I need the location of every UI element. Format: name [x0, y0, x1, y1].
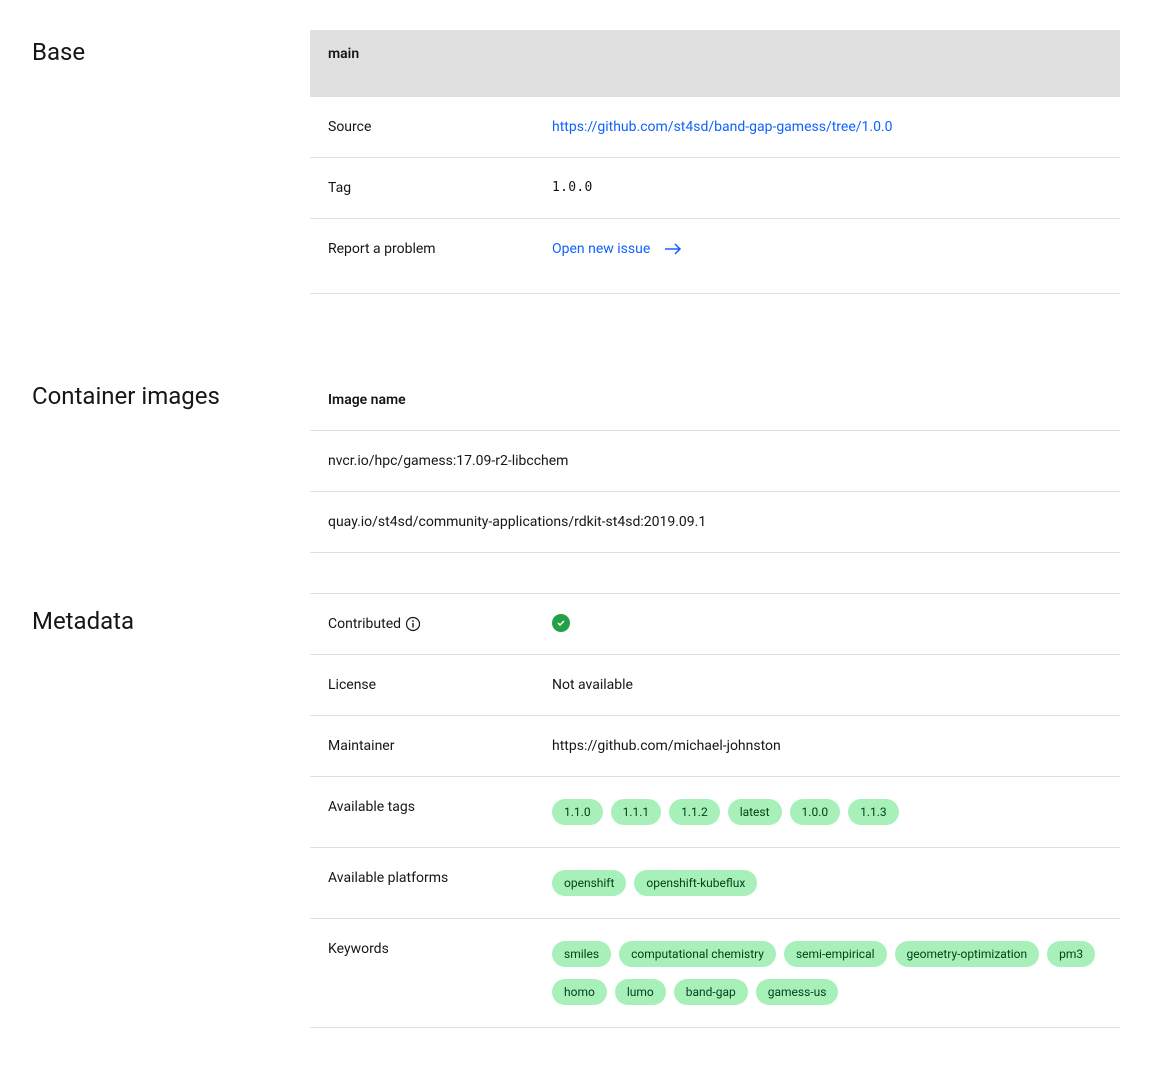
contributed-row: Contributed [310, 593, 1120, 655]
source-value: https://github.com/st4sd/band-gap-gamess… [552, 119, 1102, 135]
container-images-section: Container images Image name nvcr.io/hpc/… [32, 374, 1120, 553]
open-issue-text: Open new issue [552, 241, 650, 257]
image-name-header-text: Image name [328, 392, 406, 408]
tag-available-tag[interactable]: latest [728, 799, 782, 825]
tag-keyword[interactable]: computational chemistry [619, 941, 776, 967]
available-platforms-value: openshift openshift-kubeflux [552, 870, 1102, 896]
base-content: main Source https://github.com/st4sd/ban… [310, 30, 1120, 294]
metadata-section: Metadata Contributed [32, 593, 1120, 1028]
image-row: quay.io/st4sd/community-applications/rdk… [310, 492, 1120, 553]
image-row: nvcr.io/hpc/gamess:17.09-r2-libcchem [310, 431, 1120, 492]
tag-available-tag[interactable]: 1.1.1 [611, 799, 662, 825]
tag-available-platform[interactable]: openshift [552, 870, 626, 896]
tag-available-tag[interactable]: 1.1.0 [552, 799, 603, 825]
available-platforms-row: Available platforms openshift openshift-k… [310, 848, 1120, 919]
available-tags-value: 1.1.0 1.1.1 1.1.2 latest 1.0.0 1.1.3 [552, 799, 1102, 825]
base-header-bar: main [310, 30, 1120, 97]
license-value: Not available [552, 677, 1102, 693]
tag-keyword[interactable]: gamess-us [756, 979, 839, 1005]
available-platforms-label: Available platforms [328, 870, 552, 886]
tag-available-platform[interactable]: openshift-kubeflux [634, 870, 757, 896]
info-icon[interactable] [405, 616, 421, 632]
available-tags-row: Available tags 1.1.0 1.1.1 1.1.2 latest 1.0.… [310, 777, 1120, 848]
maintainer-row: Maintainer https://github.com/michael-jo… [310, 716, 1120, 777]
check-circle-icon [552, 614, 570, 632]
tag-available-tag[interactable]: 1.1.2 [669, 799, 720, 825]
base-header-text: main [328, 46, 359, 62]
container-images-content: Image name nvcr.io/hpc/gamess:17.09-r2-l… [310, 374, 1120, 553]
report-value: Open new issue [552, 241, 1102, 257]
open-issue-link[interactable]: Open new issue [552, 241, 682, 257]
source-link[interactable]: https://github.com/st4sd/band-gap-gamess… [552, 119, 893, 135]
metadata-content: Contributed License Not a [310, 593, 1120, 1028]
base-section: Base main Source https://github.com/st4s… [32, 30, 1120, 294]
arrow-right-icon [664, 242, 682, 256]
tag-row: Tag 1.0.0 [310, 158, 1120, 219]
tag-keyword[interactable]: semi-empirical [784, 941, 887, 967]
keywords-row: Keywords smiles computational chemistry se… [310, 919, 1120, 1028]
tag-value: 1.0.0 [552, 180, 1102, 195]
tag-available-tag[interactable]: 1.1.3 [848, 799, 899, 825]
section-title-metadata: Metadata [32, 593, 310, 635]
tag-keyword[interactable]: geometry-optimization [895, 941, 1040, 967]
report-label: Report a problem [328, 241, 552, 257]
tag-keyword[interactable]: lumo [615, 979, 666, 1005]
section-title-container-images: Container images [32, 374, 310, 410]
contributed-value [552, 616, 1102, 632]
tag-available-tag[interactable]: 1.0.0 [790, 799, 841, 825]
image-name-header: Image name [310, 374, 1120, 431]
keywords-value: smiles computational chemistry semi-empiri… [552, 941, 1102, 1005]
section-title-base: Base [32, 30, 310, 66]
tag-keyword[interactable]: smiles [552, 941, 611, 967]
report-row: Report a problem Open new issue [310, 219, 1120, 294]
tag-label: Tag [328, 180, 552, 196]
source-row: Source https://github.com/st4sd/band-gap… [310, 97, 1120, 158]
license-label: License [328, 677, 552, 693]
available-tags-label: Available tags [328, 799, 552, 815]
keywords-label: Keywords [328, 941, 552, 957]
maintainer-label: Maintainer [328, 738, 552, 754]
maintainer-value: https://github.com/michael-johnston [552, 738, 1102, 754]
contributed-label-wrap: Contributed [328, 616, 552, 632]
tag-keyword[interactable]: band-gap [674, 979, 748, 1005]
tag-keyword[interactable]: homo [552, 979, 607, 1005]
contributed-label: Contributed [328, 616, 401, 632]
tag-keyword[interactable]: pm3 [1047, 941, 1095, 967]
license-row: License Not available [310, 655, 1120, 716]
source-label: Source [328, 119, 552, 135]
